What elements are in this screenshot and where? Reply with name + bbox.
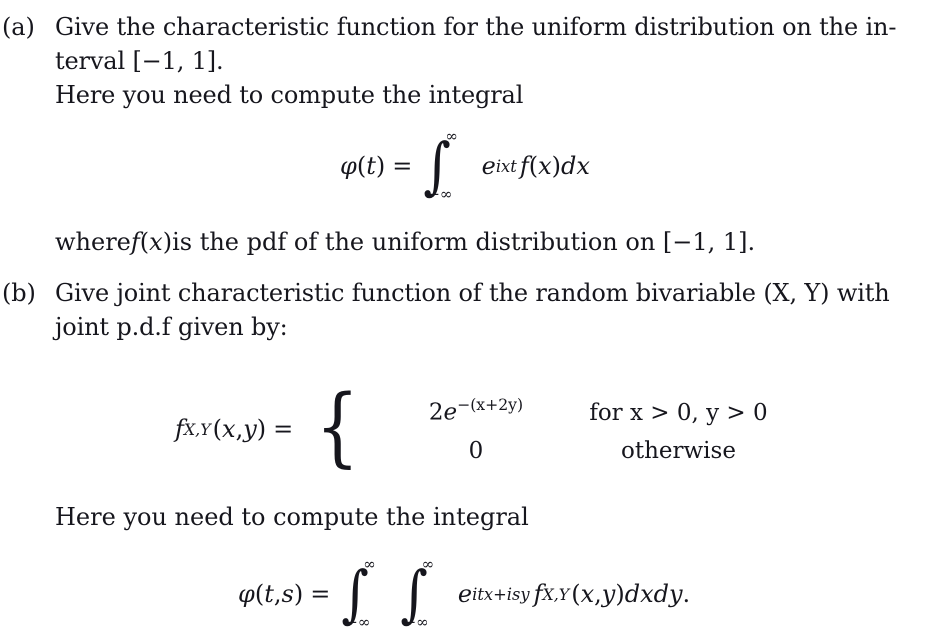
where-var: x — [149, 228, 163, 256]
integrand-b-exponent: itx+isy — [472, 584, 530, 604]
joint-density-close: ) — [615, 580, 625, 608]
piecewise-arg-y: y — [243, 415, 257, 444]
case-2-coefficient: 0 — [468, 437, 484, 464]
density-fn: f — [519, 152, 529, 180]
piecewise-fn-name: f — [175, 415, 184, 444]
item-b-body: Give joint characteristic function of th… — [55, 276, 938, 344]
joint-density-subscript: X,Y — [542, 584, 570, 604]
item-b-line-2: joint p.d.f given by: — [55, 313, 288, 341]
piecewise-cases: 2e−(x+2y) for x > 0, y > 0 0 otherwise — [381, 395, 786, 464]
piecewise-lhs: f X,Y(x, y) = — [175, 415, 300, 443]
piecewise-args-close: ) — [256, 415, 267, 444]
piecewise-equals: = — [273, 415, 294, 444]
compute-integral-line-b: Here you need to compute the integral — [55, 503, 529, 531]
item-b-label: (b) — [2, 279, 36, 307]
integral-inner-lower-limit: −∞ — [403, 613, 429, 631]
equation-a-lhs-var: t — [366, 152, 376, 180]
piecewise-case-2-value: 0 — [381, 438, 571, 464]
piecewise-case-row: 0 otherwise — [381, 438, 786, 464]
where-close: ) — [162, 228, 173, 256]
equation-b-lhs-open: ( — [254, 580, 265, 608]
integrand-b-base: e — [457, 580, 473, 608]
piecewise-arg-x: x — [222, 415, 236, 444]
case-1-base: e — [443, 399, 458, 426]
density-close: ) — [551, 152, 562, 180]
equation-b-lhs-close: ) — [293, 580, 304, 608]
piecewise-left-brace: { — [315, 376, 360, 477]
item-a-label: (a) — [2, 13, 35, 41]
compute-integral-text: Here you need to compute the integral — [55, 503, 529, 531]
joint-density-var-y: y — [601, 580, 616, 608]
equation-a-equals: = — [392, 152, 413, 180]
density-var: x — [538, 152, 552, 180]
equation-characteristic-function-1d: φ(t) = ∞ ∫ −∞ e ixt f(x) dx — [340, 127, 590, 204]
density-open: ( — [528, 152, 539, 180]
where-clause: where f(x) is the pdf of the uniform dis… — [55, 228, 755, 256]
item-b-line-1: Give joint characteristic function of th… — [55, 279, 890, 307]
piecewise-args-open: ( — [212, 415, 223, 444]
joint-density-var-x: x — [580, 580, 595, 608]
equation-a-lhs-open: ( — [356, 152, 367, 180]
where-open: ( — [139, 228, 150, 256]
where-suffix: is the pdf of the uniform distribution o… — [172, 228, 756, 256]
equation-b-lhs-fn: φ — [238, 580, 255, 608]
integral-sign-inner: ∞ ∫ −∞ — [398, 555, 434, 632]
equation-a-lhs-close: ) — [375, 152, 386, 180]
integral-outer-lower-limit: −∞ — [345, 613, 371, 631]
integral-sign: ∞ ∫ −∞ — [421, 127, 458, 204]
piecewise-fn-subscript: X,Y — [183, 419, 211, 439]
item-a-line-2: terval [−1, 1]. — [55, 47, 224, 75]
integrand-exponent: ixt — [495, 156, 517, 176]
joint-density-comma: , — [594, 580, 602, 608]
equation-joint-pdf-piecewise: f X,Y(x, y) = { 2e−(x+2y) for x > 0, y > … — [175, 376, 786, 477]
list-item-a: (a) Give the characteristic function for… — [0, 10, 938, 112]
list-item-b: (b) Give joint characteristic function o… — [0, 276, 938, 344]
equation-b-equals: = — [310, 580, 331, 608]
item-a-line-3: Here you need to compute the integral — [55, 81, 524, 109]
item-a-body: Give the characteristic function for the… — [55, 10, 938, 112]
differential-dx: dx — [561, 152, 590, 180]
equation-b-lhs-var-s: s — [281, 580, 294, 608]
integral-sign-outer: ∞ ∫ −∞ — [339, 555, 376, 632]
equation-b-terminator: . — [682, 580, 691, 608]
equation-b-lhs-comma: , — [273, 580, 282, 608]
differential-dxdy: dxdy — [624, 580, 683, 608]
item-a-line-1: Give the characteristic function for the… — [55, 13, 897, 41]
piecewise-case-1-value: 2e−(x+2y) — [381, 395, 571, 426]
where-prefix: where — [55, 228, 131, 256]
where-fn: f — [130, 228, 140, 256]
case-1-exponent: −(x+2y) — [457, 395, 524, 414]
piecewise-case-row: 2e−(x+2y) for x > 0, y > 0 — [381, 395, 786, 426]
equation-a-lhs-fn: φ — [340, 152, 357, 180]
integral-lower-limit: −∞ — [427, 185, 453, 203]
piecewise-case-2-condition: otherwise — [620, 437, 736, 464]
joint-density-open: ( — [571, 580, 581, 608]
integrand-base: e — [481, 152, 496, 180]
document-page: (a) Give the characteristic function for… — [0, 0, 938, 644]
case-1-coefficient: 2 — [428, 399, 444, 426]
equation-joint-characteristic-function: φ(t, s) = ∞ ∫ −∞ ∞ ∫ −∞ e itx+isy f X,Y(x,… — [238, 555, 691, 632]
piecewise-case-1-condition: for x > 0, y > 0 — [589, 399, 768, 426]
equation-b-lhs-var-t: t — [264, 580, 274, 608]
